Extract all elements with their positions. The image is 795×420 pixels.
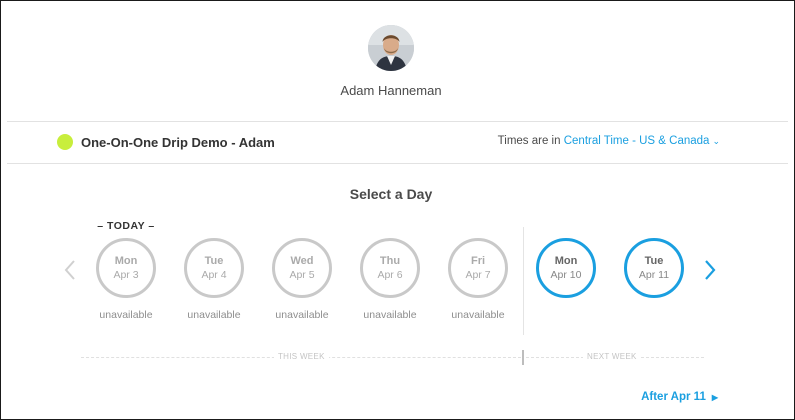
day-date: Apr 3 [113,269,139,281]
day-tue-apr-4: Tue Apr 4 [184,238,244,298]
today-label: – TODAY – [97,220,155,232]
day-status: unavailable [363,309,417,321]
day-date[interactable]: Apr 11 [627,269,681,281]
timezone-selector[interactable]: Central Time - US & Canada ⌄ [564,135,720,147]
day-status: unavailable [451,309,505,321]
next-week-label: NEXT WEEK [583,352,641,361]
day-thu-apr-6: Thu Apr 6 [360,238,420,298]
header-divider [7,121,788,122]
day-tue-apr-11[interactable]: Tue Apr 11 [624,238,684,298]
day-status: unavailable [99,309,153,321]
day-fri-apr-7: Fri Apr 7 [448,238,508,298]
event-color-dot [57,134,73,150]
after-label[interactable]: After Apr 11 [641,391,706,403]
event-title: One-On-One Drip Demo - Adam [81,135,275,150]
this-week-label: THIS WEEK [274,352,329,361]
timezone-prefix: Times are in [497,135,561,147]
day-mon-apr-3: Mon Apr 3 [96,238,156,298]
after-date-link[interactable]: After Apr 11 ▶ [641,391,718,403]
day-name: Wed [290,255,314,267]
week-separator [523,227,524,335]
day-status: unavailable [187,309,241,321]
timezone-value[interactable]: Central Time - US & Canada [564,135,710,147]
booking-page: Adam Hanneman One-On-One Drip Demo - Ada… [0,0,795,420]
week-tick [522,350,524,365]
day-date: Apr 4 [201,269,227,281]
chevron-down-icon[interactable]: ⌄ [712,136,720,146]
day-name[interactable]: Tue [627,255,681,267]
host-name: Adam Hanneman [340,83,442,98]
day-date: Apr 7 [465,269,491,281]
timezone-info: Times are in Central Time - US & Canada ⌄ [498,135,720,147]
day-wed-apr-5: Wed Apr 5 [272,238,332,298]
day-name[interactable]: Mon [539,255,593,267]
day-name: Tue [204,255,224,267]
host-avatar [368,25,414,71]
day-date: Apr 6 [377,269,403,281]
chevron-left-icon[interactable] [64,259,76,285]
day-name: Mon [114,255,138,267]
select-day-heading: Select a Day [349,186,433,202]
day-mon-apr-10[interactable]: Mon Apr 10 [536,238,596,298]
day-name: Fri [470,255,486,267]
chevron-right-icon[interactable] [704,259,716,285]
day-name: Thu [379,255,401,267]
day-date[interactable]: Apr 10 [539,269,593,281]
event-divider [7,163,788,164]
day-status: unavailable [275,309,329,321]
caret-right-icon[interactable]: ▶ [712,393,718,402]
day-date: Apr 5 [289,269,315,281]
